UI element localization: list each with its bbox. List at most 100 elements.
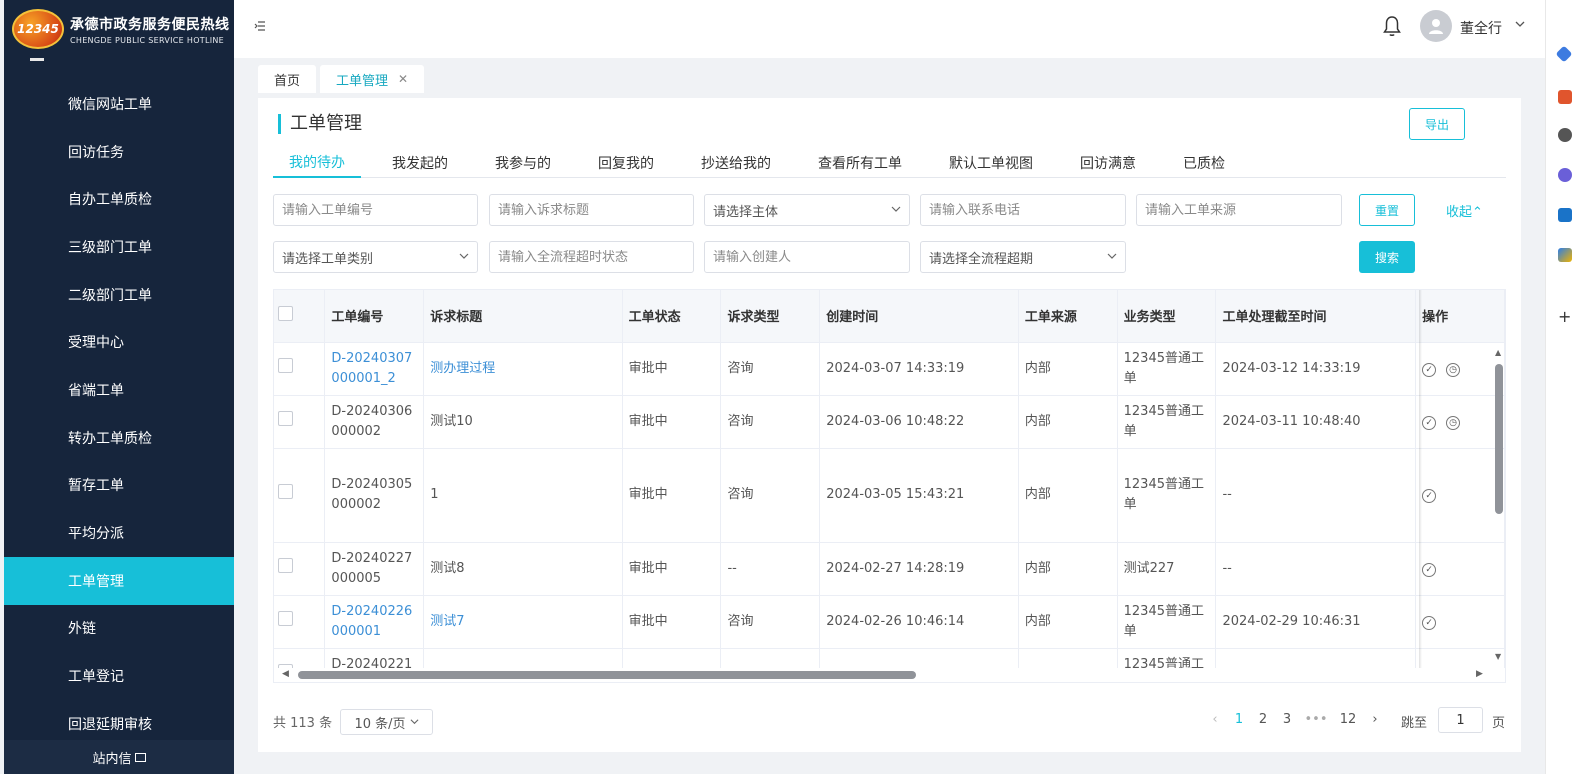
scroll-left-icon[interactable]: ◀ (282, 669, 289, 679)
close-icon[interactable]: ✕ (398, 72, 408, 86)
vertical-scrollbar[interactable]: ▲ ▼ (1493, 346, 1505, 661)
scroll-down-icon[interactable]: ▼ (1495, 652, 1501, 661)
notification-bell-icon[interactable] (1382, 14, 1402, 38)
column-header[interactable]: 诉求标题 (423, 290, 623, 343)
scroll-up-icon[interactable]: ▲ (1495, 348, 1501, 357)
column-header[interactable]: 工单来源 (1018, 290, 1118, 343)
title-field[interactable] (489, 194, 694, 226)
row-checkbox[interactable] (278, 484, 293, 499)
outlook-icon[interactable] (1558, 208, 1572, 222)
horizontal-scroll-thumb[interactable] (298, 671, 916, 679)
order-no-link[interactable]: D-20240226000001 (324, 595, 425, 649)
table-row[interactable]: D-20240306000002 测试10 审批中 咨询 2024-03-06 … (274, 395, 1505, 449)
sidebar-item-acceptance-center[interactable]: 受理中心 (4, 318, 234, 366)
row-checkbox[interactable] (278, 410, 293, 426)
table-row[interactable]: D-20240226000001 测试7 审批中 咨询 2024-02-26 1… (274, 595, 1505, 649)
column-header[interactable]: 诉求类型 (720, 290, 821, 343)
sidebar-item-self-qc[interactable]: 自办工单质检 (4, 175, 234, 223)
sidebar-item-level2-dept[interactable]: 二级部门工单 (4, 271, 234, 319)
sidebar-item-order-management[interactable]: 工单管理 (4, 556, 234, 605)
subtab-replied[interactable]: 回复我的 (582, 148, 670, 178)
chevron-down-icon[interactable] (1515, 18, 1525, 32)
column-header[interactable]: 业务类型 (1117, 290, 1217, 343)
title-input[interactable] (498, 202, 685, 218)
table-row[interactable]: D-20240227000005 测试8 审批中 -- 2024-02-27 1… (274, 542, 1505, 596)
scroll-right-icon[interactable]: ▶ (1476, 669, 1483, 679)
menu-collapse-icon[interactable] (254, 20, 268, 34)
creator-field[interactable] (704, 241, 910, 273)
person-icon[interactable] (1558, 128, 1572, 142)
subtab-my-todo[interactable]: 我的待办 (273, 148, 361, 178)
overdue-select[interactable]: 请选择全流程超期 (920, 241, 1126, 273)
clock-icon[interactable]: ◷ (1446, 362, 1461, 377)
export-button[interactable]: 导出 (1409, 108, 1465, 140)
phone-field[interactable] (920, 194, 1126, 226)
subtab-followup-satisfied[interactable]: 回访满意 (1064, 148, 1152, 178)
sidebar-item-draft-orders[interactable]: 暂存工单 (4, 462, 234, 510)
column-header[interactable]: 工单编号 (324, 290, 425, 343)
more-pages-icon[interactable]: ••• (1299, 712, 1333, 727)
sidebar-item-wechat-web-orders[interactable]: 微信网站工单 (4, 80, 234, 128)
sidebar-item-external-links[interactable]: 外链 (4, 605, 234, 653)
timeout-status-field[interactable] (489, 241, 694, 273)
subtab-initiated[interactable]: 我发起的 (376, 148, 464, 178)
column-header[interactable]: 工单状态 (622, 290, 722, 343)
sidebar-item-transfer-qc[interactable]: 转办工单质检 (4, 414, 234, 462)
subtab-participated[interactable]: 我参与的 (479, 148, 567, 178)
column-header[interactable]: 创建时间 (819, 290, 1019, 343)
jump-page-input[interactable]: 1 (1438, 707, 1483, 733)
source-input[interactable] (1145, 202, 1333, 218)
tab-order-management[interactable]: 工单管理 ✕ (320, 65, 425, 93)
briefcase-icon[interactable] (1558, 90, 1572, 104)
table-row[interactable]: D-20240307000001_2 测办理过程 审批中 咨询 2024-03-… (274, 342, 1505, 396)
sidebar-item-province-orders[interactable]: 省端工单 (4, 366, 234, 414)
title-link[interactable]: 测试7 (423, 595, 623, 649)
copilot-icon[interactable] (1558, 168, 1572, 182)
order-no-link[interactable]: D-20240307000001_2 (324, 342, 425, 396)
subtab-default-view[interactable]: 默认工单视图 (933, 148, 1049, 178)
add-icon[interactable]: + (1558, 309, 1572, 325)
timeout-status-input[interactable] (498, 249, 685, 265)
row-checkbox[interactable] (278, 557, 293, 573)
tab-home[interactable]: 首页 (258, 65, 317, 93)
sidebar-item-followup-tasks[interactable]: 回访任务 (4, 128, 234, 176)
page-size-select[interactable]: 10 条/页 (340, 709, 433, 735)
order-no-field[interactable] (273, 194, 478, 226)
paper-plane-icon[interactable] (1558, 248, 1572, 262)
subtab-qc-done[interactable]: 已质检 (1167, 148, 1241, 178)
subtab-all-orders[interactable]: 查看所有工单 (802, 148, 918, 178)
diamond-icon[interactable] (1555, 45, 1573, 63)
page-number[interactable]: 2 (1251, 712, 1275, 727)
vertical-scroll-thumb[interactable] (1495, 364, 1503, 514)
page-number[interactable]: 3 (1275, 712, 1299, 727)
clock-icon[interactable]: ◷ (1446, 415, 1461, 430)
inbox-button[interactable]: 站内信 (4, 740, 234, 774)
subject-select[interactable]: 请选择主体 (704, 194, 910, 226)
row-checkbox[interactable] (278, 357, 293, 373)
column-header[interactable]: 工单处理截至时间 (1215, 290, 1417, 343)
prev-page-icon[interactable]: ‹ (1203, 712, 1227, 727)
category-select[interactable]: 请选择工单类别 (273, 241, 478, 273)
reset-button[interactable]: 重置 (1359, 194, 1415, 226)
username[interactable]: 董全行 (1460, 18, 1502, 38)
approve-icon[interactable]: ✓ (1422, 562, 1437, 577)
sidebar-item-level3-dept[interactable]: 三级部门工单 (4, 223, 234, 271)
collapse-filters-link[interactable]: 收起⌃ (1446, 201, 1483, 220)
search-button[interactable]: 搜索 (1359, 241, 1415, 273)
sidebar-item-average-dispatch[interactable]: 平均分派 (4, 509, 234, 557)
phone-input[interactable] (929, 202, 1117, 218)
sidebar-item-order-register[interactable]: 工单登记 (4, 652, 234, 700)
row-checkbox[interactable] (278, 610, 293, 626)
user-avatar[interactable] (1420, 10, 1452, 42)
creator-input[interactable] (713, 249, 901, 265)
table-row[interactable]: D-20240305000002 1 审批中 咨询 2024-03-05 15:… (274, 448, 1505, 543)
order-no-input[interactable] (282, 202, 469, 218)
source-field[interactable] (1136, 194, 1342, 226)
subtab-cc[interactable]: 抄送给我的 (685, 148, 787, 178)
next-page-icon[interactable]: › (1363, 712, 1387, 727)
app-logo[interactable]: 12345 承德市政务服务便民热线 CHENGDE PUBLIC SERVICE… (4, 0, 234, 58)
select-all-checkbox[interactable] (278, 306, 293, 322)
title-link[interactable]: 测办理过程 (423, 342, 623, 396)
approve-icon[interactable]: ✓ (1422, 362, 1437, 377)
approve-icon[interactable]: ✓ (1422, 415, 1437, 430)
